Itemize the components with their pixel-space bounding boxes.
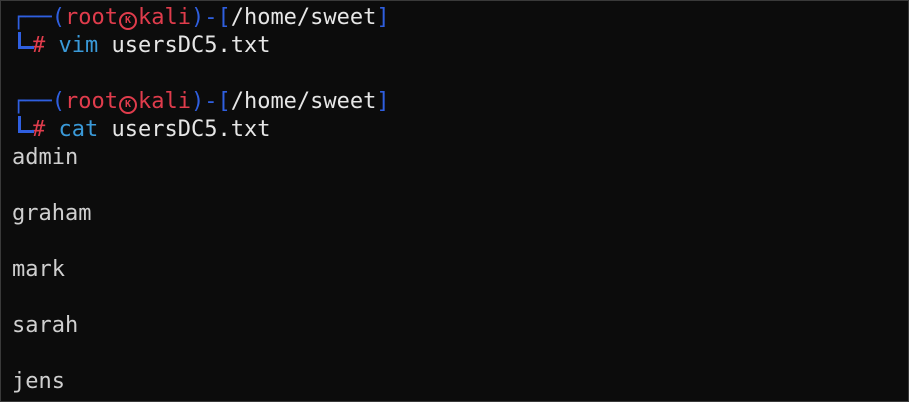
kali-skull-icon: K (118, 96, 137, 114)
terminal-output[interactable]: ┌──(root Kkali)-[/home/sweet] # vim users… (12, 4, 902, 396)
prompt-host: kali (137, 89, 191, 114)
prompt-user: root (64, 5, 118, 30)
command-line: # vim usersDC5.txt (12, 32, 902, 60)
prompt-box-close: ] (376, 5, 390, 30)
prompt-host: kali (137, 5, 191, 30)
command-argument: usersDC5.txt (111, 33, 271, 58)
output-line: graham (12, 201, 92, 226)
prompt-box-close: ] (376, 89, 390, 114)
output-line: mark (12, 257, 65, 282)
output-line: admin (12, 145, 79, 170)
command-name: cat (58, 117, 99, 142)
command-name: vim (58, 33, 99, 58)
output-line: sarah (12, 313, 79, 338)
prompt-elbow (12, 116, 34, 144)
kali-skull-icon: K (118, 12, 137, 30)
prompt-box-open: ┌──( (12, 5, 65, 30)
prompt-box-open: ┌──( (12, 89, 65, 114)
output-line: jens (12, 369, 65, 394)
prompt-path: /home/sweet (230, 5, 377, 30)
prompt-path: /home/sweet (230, 89, 377, 114)
command-argument: usersDC5.txt (111, 117, 271, 142)
prompt-elbow (12, 32, 34, 60)
prompt-separator: )-[ (190, 5, 231, 30)
prompt-header-line: ┌──(root Kkali)-[/home/sweet] (12, 4, 902, 32)
command-line: # cat usersDC5.txt (12, 116, 902, 144)
prompt-user: root (64, 89, 118, 114)
prompt-separator: )-[ (190, 89, 231, 114)
prompt-header-line: ┌──(root Kkali)-[/home/sweet] (12, 88, 902, 116)
